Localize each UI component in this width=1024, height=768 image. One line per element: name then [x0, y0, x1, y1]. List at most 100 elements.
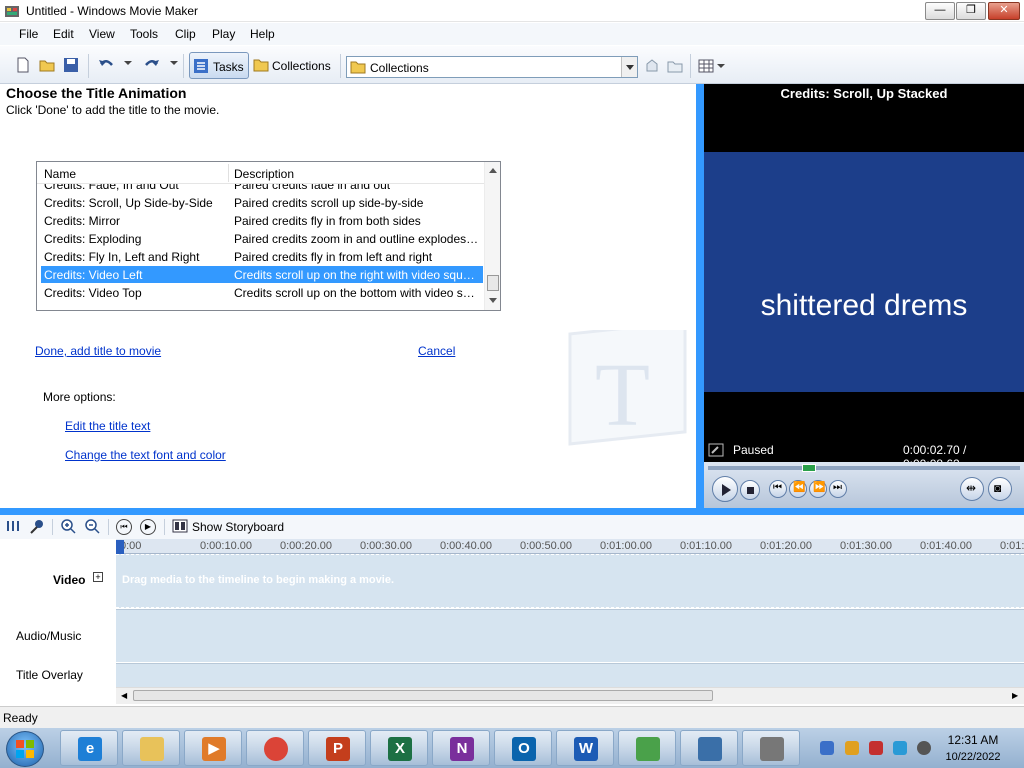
ruler-tick: 0:00:50.00 — [520, 540, 572, 552]
set-audio-levels-icon[interactable] — [6, 519, 20, 533]
show-storyboard-button[interactable]: Show Storyboard — [192, 520, 284, 534]
zoom-out-icon[interactable] — [84, 518, 100, 534]
chevron-down-icon[interactable] — [621, 57, 637, 77]
panel-title: Choose the Title Animation — [6, 85, 187, 101]
taskbar-powerpoint[interactable]: P — [308, 730, 366, 766]
taskbar-clock-time[interactable]: 12:31 AM — [938, 733, 1008, 747]
collection-up-icon[interactable] — [644, 58, 660, 74]
audio-music-track[interactable] — [116, 609, 1024, 662]
list-item[interactable]: Credits: Exploding Paired credits zoom in… — [41, 230, 483, 247]
cancel-link[interactable]: Cancel — [418, 344, 455, 358]
list-item[interactable]: Credits: Video Top Credits scroll up on t… — [41, 284, 483, 301]
expand-video-track-icon[interactable]: + — [93, 572, 103, 582]
menu-tools[interactable]: Tools — [130, 27, 158, 41]
powerpoint-icon: P — [326, 737, 350, 761]
rewind-button[interactable]: ⏪ — [789, 480, 807, 498]
taskbar-excel[interactable]: X — [370, 730, 428, 766]
ruler-tick: 0:01:30.00 — [840, 540, 892, 552]
tray-display-icon[interactable] — [893, 741, 907, 755]
taskbar-internet-explorer[interactable]: e — [60, 730, 118, 766]
tray-flag-icon[interactable] — [869, 741, 883, 755]
done-add-title-link[interactable]: Done, add title to movie — [35, 344, 161, 358]
split-clip-button[interactable]: ⇹ — [960, 477, 984, 501]
taskbar-onenote[interactable]: N — [432, 730, 490, 766]
previous-frame-button[interactable]: ⏮ — [769, 480, 787, 498]
redo-dropdown-icon[interactable] — [170, 61, 178, 65]
taskbar-windows-media-center[interactable] — [618, 730, 676, 766]
playhead[interactable] — [116, 540, 124, 554]
movie-maker-icon — [5, 6, 19, 17]
change-font-color-link[interactable]: Change the text font and color — [65, 448, 226, 462]
taskbar-clock-date[interactable]: 10/22/2022 — [938, 751, 1008, 763]
tray-search-icon[interactable] — [845, 741, 859, 755]
new-project-icon[interactable] — [14, 56, 32, 74]
close-button[interactable]: ✕ — [988, 2, 1020, 20]
next-frame-button[interactable]: ⏭ — [829, 480, 847, 498]
menu-help[interactable]: Help — [250, 27, 275, 41]
rewind-timeline-icon[interactable]: ⏮ — [116, 519, 132, 535]
scroll-up-icon[interactable] — [489, 168, 497, 173]
narrate-timeline-icon[interactable] — [29, 519, 45, 535]
menu-edit[interactable]: Edit — [53, 27, 74, 41]
menu-view[interactable]: View — [89, 27, 115, 41]
svg-text:T: T — [595, 346, 650, 445]
collections-button[interactable]: Collections — [272, 59, 331, 73]
stop-button[interactable] — [740, 480, 760, 500]
list-item[interactable]: Credits: Fly In, Left and Right Paired cr… — [41, 248, 483, 265]
redo-icon[interactable] — [143, 56, 161, 74]
storyboard-icon — [172, 519, 188, 533]
video-track-label: Video — [53, 573, 86, 587]
take-picture-button[interactable]: ◙ — [988, 477, 1012, 501]
list-item[interactable]: Credits: Mirror Paired credits fly in fro… — [41, 212, 483, 229]
timeline-scroll-thumb[interactable] — [133, 690, 713, 701]
menu-bar: File Edit View Tools Clip Play Help — [0, 23, 1024, 45]
preview-mode-icon[interactable] — [708, 443, 724, 457]
scroll-left-icon[interactable]: ◀ — [121, 691, 127, 700]
views-dropdown-icon[interactable] — [717, 64, 725, 68]
preview-screen — [704, 152, 1024, 392]
taskbar-media-player[interactable]: ▶ — [184, 730, 242, 766]
list-item[interactable]: Credits: Scroll, Up Side-by-Side Paired c… — [41, 194, 483, 211]
column-description-header[interactable]: Description — [234, 167, 294, 181]
scroll-down-icon[interactable] — [489, 298, 497, 303]
start-button[interactable] — [6, 731, 44, 767]
horizontal-splitter[interactable] — [0, 508, 1024, 515]
save-project-icon[interactable] — [62, 56, 80, 74]
menu-file[interactable]: File — [19, 27, 38, 41]
new-collection-icon[interactable] — [667, 58, 683, 74]
menu-clip[interactable]: Clip — [175, 27, 196, 41]
views-icon[interactable] — [698, 59, 714, 73]
taskbar-word[interactable]: W — [556, 730, 614, 766]
ruler-tick: 0:00:40.00 — [440, 540, 492, 552]
seek-handle[interactable] — [801, 464, 816, 472]
taskbar-file-explorer[interactable] — [122, 730, 180, 766]
scroll-right-icon[interactable]: ▶ — [1012, 691, 1018, 700]
play-timeline-icon[interactable]: ▶ — [140, 519, 156, 535]
zoom-in-icon[interactable] — [60, 518, 76, 534]
more-options-label: More options: — [43, 390, 116, 404]
list-item-selected[interactable]: Credits: Video Left Credits scroll up on … — [41, 266, 483, 283]
taskbar-movie-maker[interactable] — [742, 730, 800, 766]
edit-title-text-link[interactable]: Edit the title text — [65, 419, 150, 433]
play-button[interactable] — [712, 476, 738, 502]
column-name-header[interactable]: Name — [44, 167, 76, 181]
undo-dropdown-icon[interactable] — [124, 61, 132, 65]
taskbar-outlook[interactable]: O — [494, 730, 552, 766]
open-project-icon[interactable] — [38, 56, 56, 74]
vertical-splitter[interactable] — [696, 84, 704, 508]
list-scroll-thumb[interactable] — [487, 275, 499, 291]
maximize-button[interactable]: ❐ — [956, 2, 986, 20]
drag-media-hint: Drag media to the timeline to begin maki… — [122, 574, 394, 586]
ruler-tick: 0:00:30.00 — [360, 540, 412, 552]
timeline-ruler[interactable]: 0:00 0:00:10.00 0:00:20.00 0:00:30.00 0:00:4… — [116, 539, 1024, 554]
title-overlay-track[interactable] — [116, 663, 1024, 687]
fast-forward-button[interactable]: ⏩ — [809, 480, 827, 498]
taskbar-chrome[interactable] — [246, 730, 304, 766]
taskbar-app-orb[interactable] — [680, 730, 738, 766]
seek-bar[interactable] — [708, 466, 1020, 470]
undo-icon[interactable] — [97, 56, 115, 74]
tray-network-icon[interactable] — [820, 741, 834, 755]
minimize-button[interactable]: — — [925, 2, 955, 20]
menu-play[interactable]: Play — [212, 27, 235, 41]
tray-volume-icon[interactable] — [917, 741, 931, 755]
